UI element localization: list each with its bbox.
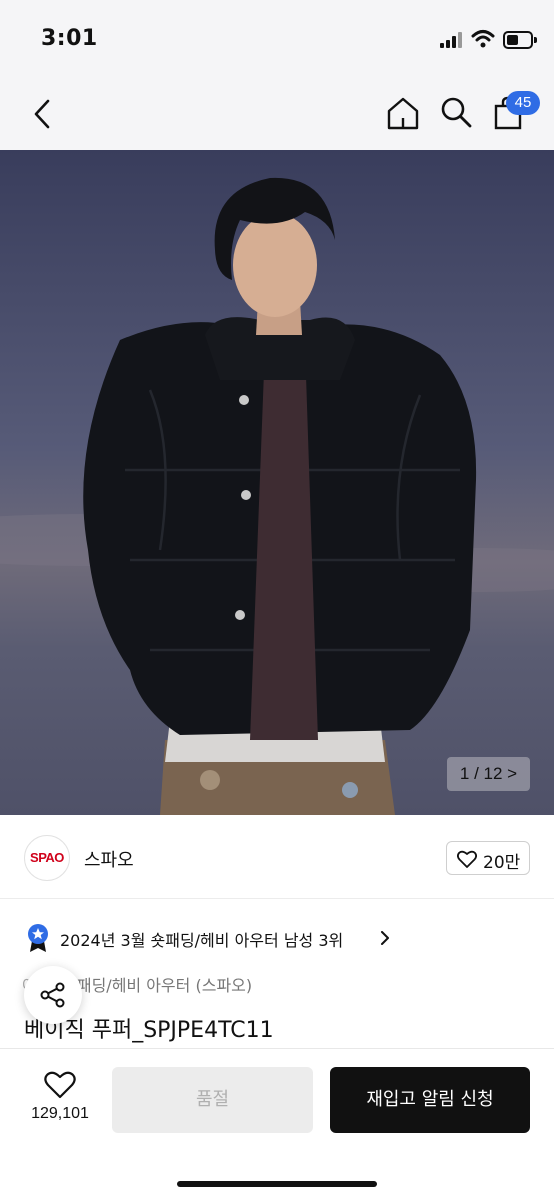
breadcrumb-brand[interactable]: (스파오) bbox=[195, 976, 252, 995]
battery-icon bbox=[503, 31, 533, 49]
cart-count-badge: 45 bbox=[506, 91, 540, 115]
status-bar: 3:01 bbox=[0, 0, 554, 80]
heart-icon bbox=[457, 850, 477, 868]
heart-icon bbox=[44, 1071, 76, 1099]
brand-like-button[interactable]: 20만 bbox=[446, 841, 530, 875]
brand-row: SPAO 스파오 20만 bbox=[0, 815, 554, 899]
product-image[interactable] bbox=[0, 150, 554, 815]
home-indicator bbox=[177, 1181, 377, 1187]
battery-tip bbox=[534, 37, 537, 43]
nav-bar: 45 bbox=[0, 80, 554, 150]
image-counter[interactable]: 1 / 12 > bbox=[447, 757, 530, 791]
model-photo-illustration bbox=[0, 150, 554, 815]
wishlist-button[interactable]: 129,101 bbox=[22, 1069, 98, 1135]
ranking-text: 2024년 3월 숏패딩/헤비 아우터 남성 3위 bbox=[60, 931, 344, 950]
back-arrow-icon[interactable] bbox=[28, 98, 56, 130]
cellular-signal-icon bbox=[440, 32, 464, 48]
search-icon[interactable] bbox=[440, 96, 472, 128]
status-time: 3:01 bbox=[41, 26, 98, 51]
ranking-medal-icon bbox=[28, 924, 48, 952]
share-button[interactable] bbox=[24, 966, 82, 1024]
wifi-icon bbox=[471, 30, 495, 48]
share-icon bbox=[40, 982, 65, 1008]
brand-logo[interactable]: SPAO bbox=[24, 835, 70, 881]
chevron-right-icon bbox=[381, 931, 389, 945]
bottom-action-bar: 129,101 품절 재입고 알림 신청 bbox=[0, 1048, 554, 1200]
brand-like-count: 20만 bbox=[483, 853, 521, 873]
wishlist-count: 129,101 bbox=[31, 1105, 89, 1122]
soldout-button: 품절 bbox=[112, 1067, 313, 1133]
restock-alert-button[interactable]: 재입고 알림 신청 bbox=[330, 1067, 530, 1133]
home-icon[interactable] bbox=[386, 96, 420, 130]
brand-name[interactable]: 스파오 bbox=[84, 846, 134, 872]
